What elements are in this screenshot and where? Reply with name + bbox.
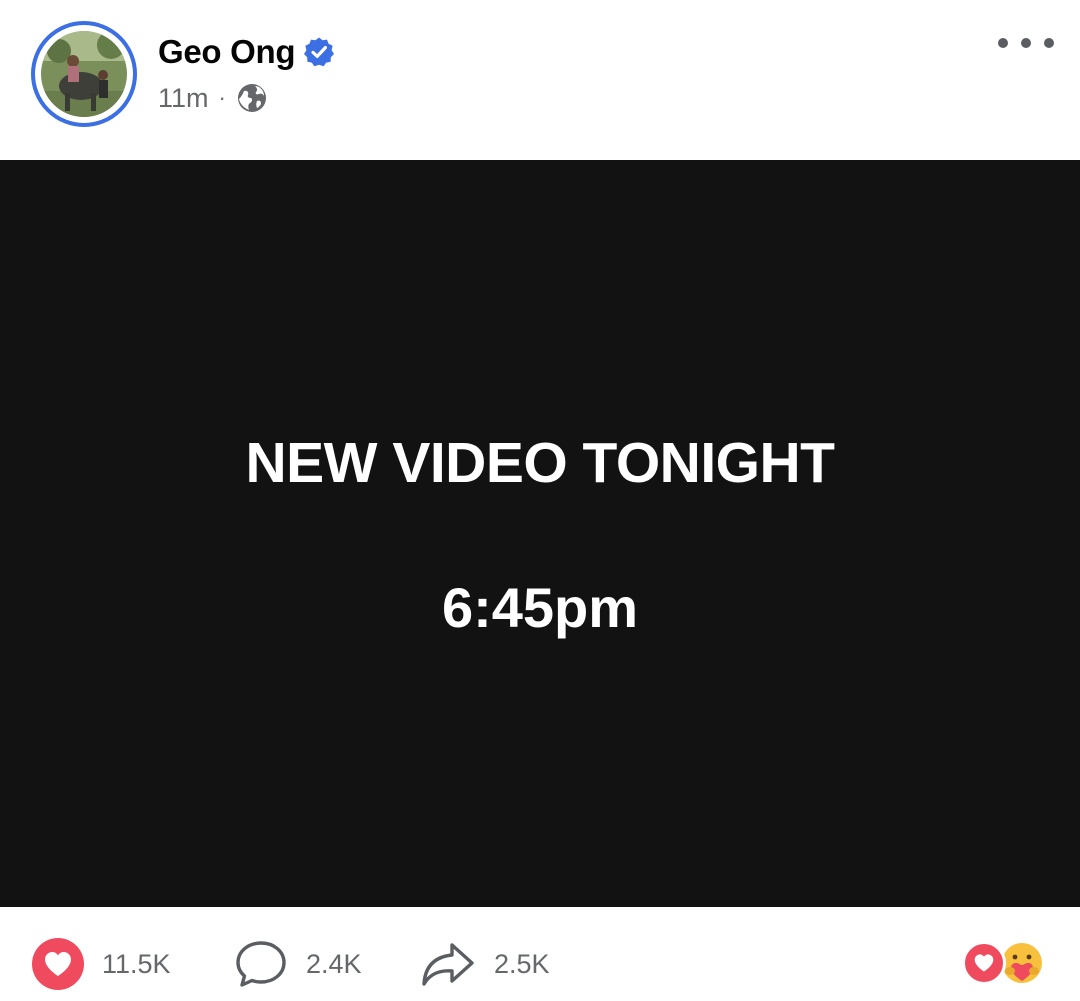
media-headline: NEW VIDEO TONIGHT (245, 431, 835, 495)
post-header: Geo Ong 11m · (0, 0, 1080, 160)
comment-button[interactable]: 2.4K (234, 937, 362, 991)
verified-badge-icon (304, 37, 335, 67)
more-dot-icon (1044, 38, 1054, 48)
like-count: 11.5K (102, 948, 171, 979)
more-options-button[interactable] (998, 30, 1054, 56)
globe-icon (237, 84, 266, 112)
more-dot-icon (1021, 38, 1031, 48)
heart-icon (32, 938, 84, 990)
post-actions-bar: 11.5K 2.4K 2.5K (0, 907, 1080, 1001)
care-reaction-icon (1002, 943, 1042, 983)
post-meta: 11m · (158, 80, 268, 116)
author-row: Geo Ong (158, 28, 335, 76)
media-time: 6:45pm (441, 576, 639, 639)
comment-icon (236, 941, 286, 987)
more-dot-icon (998, 38, 1008, 48)
share-button[interactable]: 2.5K (420, 937, 550, 991)
meta-separator: · (218, 85, 226, 110)
reactions-summary[interactable] (962, 941, 1050, 987)
author-name[interactable]: Geo Ong (158, 33, 296, 71)
share-count: 2.5K (494, 948, 550, 979)
love-reaction-icon (962, 941, 1006, 985)
post-media[interactable]: NEW VIDEO TONIGHT 6:45pm (0, 160, 1080, 907)
profile-photo-icon (41, 31, 127, 117)
comment-count: 2.4K (306, 948, 362, 979)
share-icon (422, 943, 474, 986)
avatar[interactable] (31, 21, 137, 127)
like-button[interactable]: 11.5K (32, 937, 171, 991)
post-timestamp[interactable]: 11m (158, 83, 209, 114)
post-card: Geo Ong 11m · NEW VIDEO TONIGHT 6:45pm 1… (0, 0, 1080, 1001)
